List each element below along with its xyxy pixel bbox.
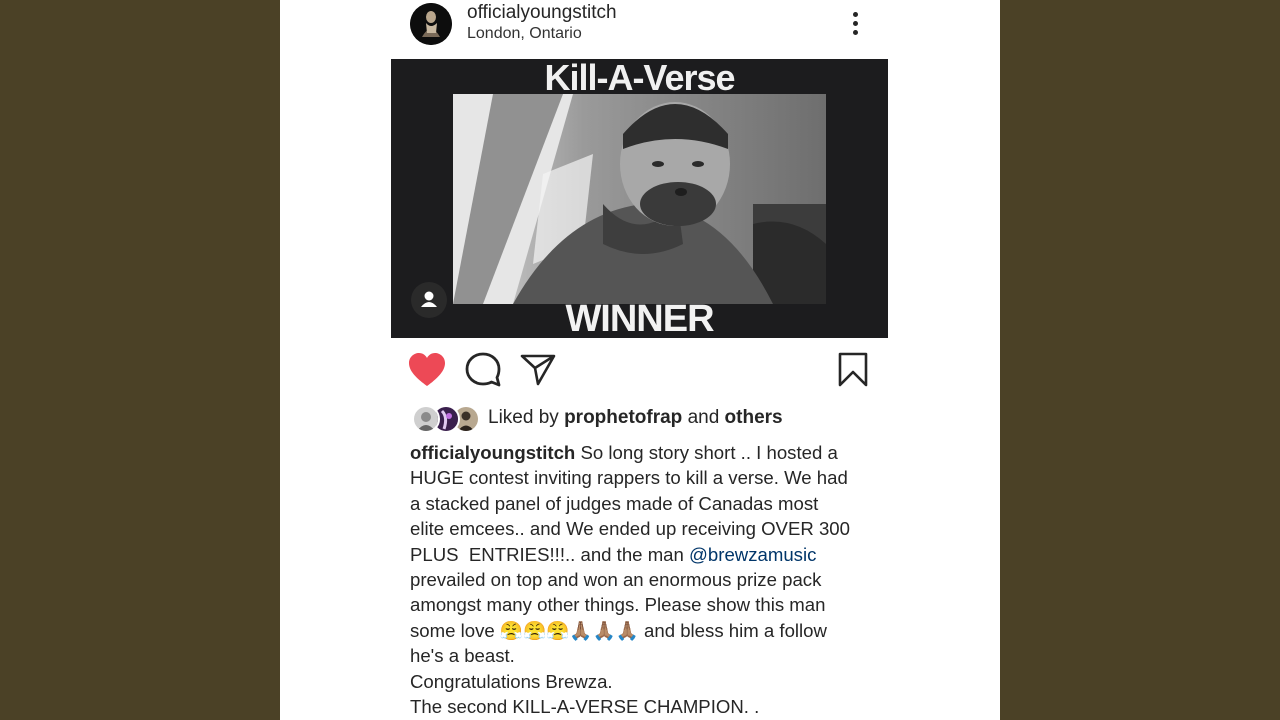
caption-username-link[interactable]: officialyoungstitch: [410, 442, 575, 463]
caption-text: So long story short .. I hosted a: [580, 442, 838, 463]
caption-line: Congratulations Brewza.: [410, 670, 613, 692]
bookmark-icon: [838, 352, 868, 387]
heart-icon: [409, 353, 445, 386]
post-username[interactable]: officialyoungstitch: [467, 2, 617, 24]
caption-text: PLUS ENTRIES!!!.. and the man: [410, 543, 684, 565]
liker-avatar-image: [414, 407, 438, 431]
caption-line: he's a beast.: [410, 645, 515, 667]
tagged-people-button[interactable]: [411, 282, 447, 318]
liked-by-others-link[interactable]: others: [725, 407, 783, 428]
share-button[interactable]: [518, 350, 558, 390]
liker-avatar[interactable]: [412, 405, 440, 433]
post-actions-bar: [280, 350, 1000, 392]
liked-by-and: and: [687, 407, 720, 428]
caption-line: prevailed on top and won an enormous pri…: [410, 569, 822, 591]
post-media[interactable]: Kill-A-Verse WINNER: [391, 59, 888, 338]
caption-line: elite emcees.. and We ended up receiving…: [410, 518, 850, 540]
post-location[interactable]: London, Ontario: [467, 25, 582, 43]
caption-line: officialyoungstitch So long story short …: [410, 440, 870, 465]
caption-line: amongst many other things. Please show t…: [410, 594, 826, 616]
comment-button[interactable]: [463, 350, 503, 390]
mention-link[interactable]: @brewzamusic: [689, 544, 816, 565]
caption-line: PLUS ENTRIES!!!.. and the man @brewzamus…: [410, 542, 870, 567]
likes-row: Liked by prophetofrap and others: [410, 405, 970, 433]
video-frame: [453, 94, 826, 304]
caption-line: a stacked panel of judges made of Canada…: [410, 492, 819, 514]
avatar-image: [410, 3, 452, 45]
paper-plane-icon: [520, 354, 556, 386]
caption-text: and bless him a follow: [644, 619, 827, 641]
liked-by-prefix: Liked by: [488, 407, 559, 428]
liked-by-user-link[interactable]: prophetofrap: [564, 407, 682, 428]
liked-by-text: Liked by prophetofrap and others: [488, 407, 783, 429]
car-selfie-image: [453, 94, 826, 304]
media-title-text: Kill-A-Verse: [544, 59, 735, 98]
dot-icon: [852, 30, 858, 35]
comment-icon: [465, 352, 501, 387]
caption-line: some love 😤😤😤🙏🏽🙏🏽🙏🏽 and bless him a foll…: [410, 618, 870, 643]
caption-line: The second KILL-A-VERSE CHAMPION. .: [410, 696, 760, 718]
instagram-post: officialyoungstitch London, Ontario Kill…: [280, 0, 1000, 720]
media-caption-text: WINNER: [565, 298, 714, 338]
profile-avatar[interactable]: [410, 3, 452, 45]
caption-text: some love: [410, 619, 495, 641]
save-button[interactable]: [833, 350, 873, 390]
more-options-button[interactable]: [846, 10, 864, 38]
caption-line: HUGE contest inviting rappers to kill a …: [410, 467, 848, 489]
person-icon: [421, 291, 437, 307]
post-caption: officialyoungstitch So long story short …: [410, 440, 870, 719]
like-button[interactable]: [407, 350, 447, 390]
emoji-group: 😤😤😤🙏🏽🙏🏽🙏🏽: [499, 619, 639, 641]
dot-icon: [852, 21, 858, 26]
dot-icon: [852, 12, 858, 17]
post-header: officialyoungstitch London, Ontario: [280, 0, 1000, 50]
